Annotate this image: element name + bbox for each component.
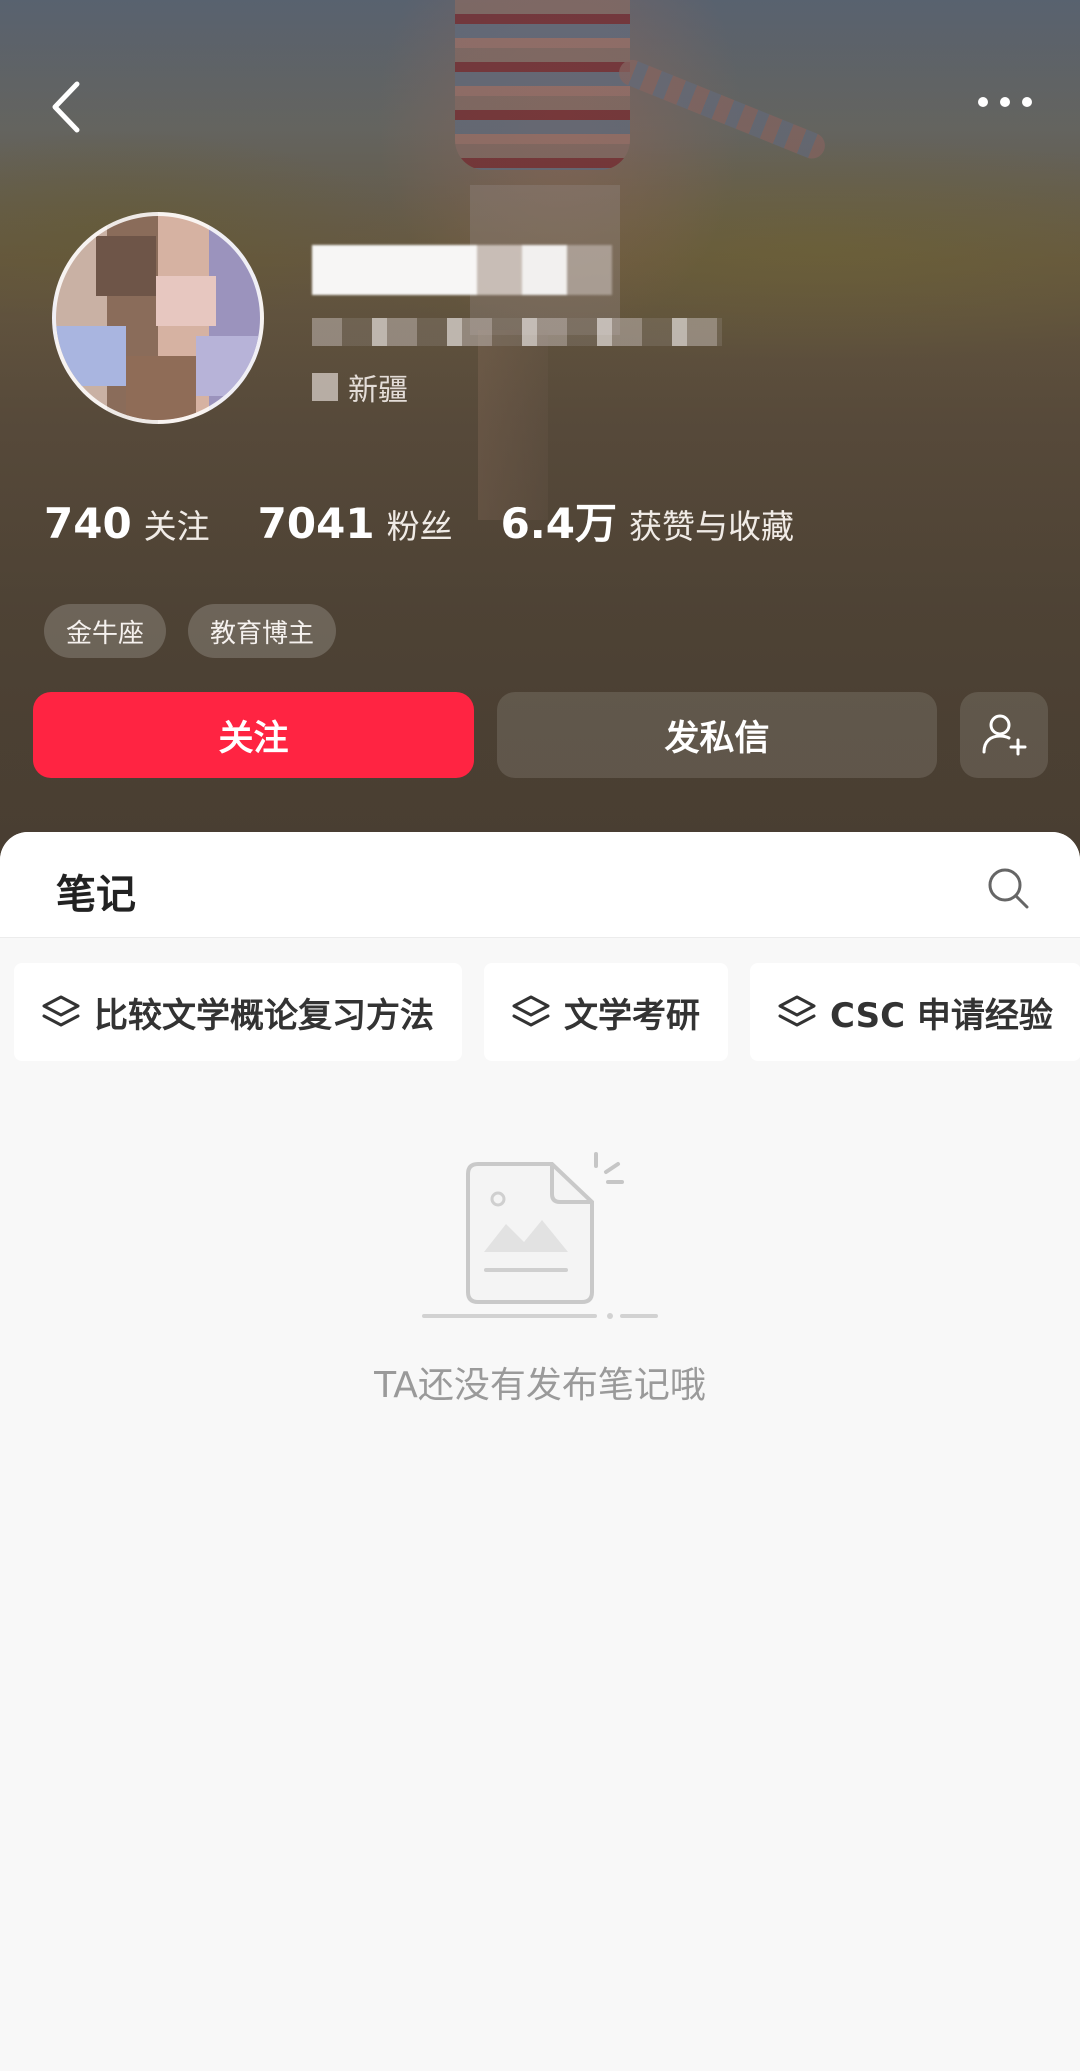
username-redacted: [312, 245, 612, 295]
back-button[interactable]: [38, 72, 94, 142]
empty-notes-message: TA还没有发布笔记哦: [374, 1365, 706, 1406]
user-id-redacted: [312, 318, 722, 346]
ip-location: 新疆: [312, 366, 408, 408]
stat-following-label: 关注: [143, 507, 210, 546]
tag-zodiac: 金牛座: [44, 604, 167, 658]
stat-following-value: 740: [44, 499, 132, 548]
tab-notes[interactable]: 笔记: [56, 862, 136, 920]
location-value: 新疆: [348, 373, 408, 408]
search-icon: [988, 868, 1029, 909]
empty-notes-illustration: [422, 1152, 658, 1319]
stat-following[interactable]: 740 关注: [44, 499, 210, 548]
tag-role: 教育博主: [188, 604, 337, 658]
chevron-left-icon: [52, 81, 80, 133]
follow-button[interactable]: 关注: [33, 692, 474, 778]
more-button[interactable]: [970, 82, 1040, 122]
profile-stats: 740 关注 7041 粉丝 6.4万 获赞与收藏: [44, 490, 842, 556]
stat-followers[interactable]: 7041 粉丝: [258, 499, 453, 548]
stat-likes-label: 获赞与收藏: [628, 507, 794, 546]
location-prefix-redacted: [312, 373, 338, 401]
collection-item[interactable]: 比较文学概论复习方法: [14, 963, 462, 1061]
stat-followers-label: 粉丝: [386, 507, 453, 546]
collection-item[interactable]: 文学考研: [484, 963, 728, 1061]
add-user-icon: [982, 714, 1027, 756]
collection-list: 比较文学概论复习方法 文学考研 CSC 申请经验: [14, 963, 1080, 1063]
layers-icon: [512, 995, 550, 1029]
search-button[interactable]: [980, 860, 1036, 916]
notes-tab-bar: 笔记: [0, 832, 1080, 938]
collection-label: 文学考研: [564, 995, 700, 1036]
stat-followers-value: 7041: [257, 499, 375, 548]
collection-item[interactable]: CSC 申请经验: [750, 963, 1080, 1061]
stat-likes[interactable]: 6.4万 获赞与收藏: [501, 490, 794, 551]
stat-likes-value: 6.4万: [500, 499, 617, 548]
add-friend-button[interactable]: [960, 692, 1048, 778]
message-button[interactable]: 发私信: [497, 692, 937, 778]
more-dots-icon: [978, 97, 1032, 107]
profile-tags: 金牛座 教育博主: [44, 604, 358, 658]
notes-panel: 笔记 比较文学概论复习方法 文学考研 CSC 申请经验 TA还没有发布笔记哦: [0, 832, 1080, 2071]
collection-label: CSC 申请经验: [830, 995, 1053, 1036]
avatar[interactable]: [52, 212, 264, 424]
layers-icon: [42, 995, 80, 1029]
collection-label: 比较文学概论复习方法: [94, 995, 434, 1036]
layers-icon: [778, 995, 816, 1029]
